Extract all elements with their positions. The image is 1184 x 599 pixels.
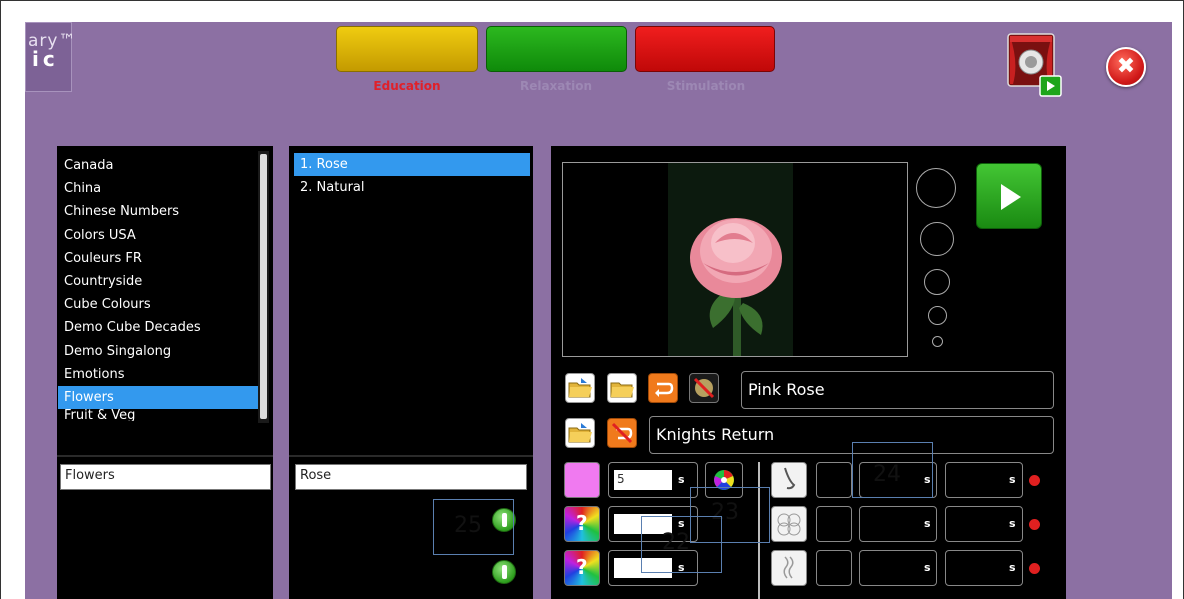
smell-nose-icon[interactable]: [771, 462, 807, 498]
level-ring-2: [920, 222, 954, 256]
screenshot-frame: ary™ ic Education Relaxation Stimulation: [0, 0, 1184, 599]
education-mode-label[interactable]: Education: [337, 79, 477, 93]
item-row-selected[interactable]: 1. Rose: [294, 153, 530, 177]
stimulation-mode-button[interactable]: [635, 26, 775, 72]
category-item[interactable]: Canada: [58, 154, 258, 177]
question-mark-icon: ?: [576, 555, 588, 579]
seconds-label: s: [924, 561, 931, 574]
info-icon: [502, 565, 507, 579]
category-item[interactable]: Fruit & Veg: [58, 409, 258, 421]
color-swatch[interactable]: [564, 462, 600, 498]
divider: [57, 455, 273, 457]
no-image-icon[interactable]: [689, 373, 719, 403]
item-name-input[interactable]: Rose: [295, 464, 527, 490]
random-color-button-2[interactable]: ?: [564, 550, 600, 586]
info-button-2[interactable]: [492, 560, 516, 584]
open-folder-icon[interactable]: [607, 373, 637, 403]
category-item[interactable]: Demo Singalong: [58, 340, 258, 363]
no-loop-icon[interactable]: [607, 418, 637, 448]
wave-option-box[interactable]: [816, 550, 852, 586]
level-ring-5: [932, 336, 943, 347]
seconds-label: s: [924, 517, 931, 530]
level-ring-1: [916, 168, 956, 208]
app-logo: ary™ ic: [25, 22, 75, 92]
question-mark-icon: ?: [576, 511, 588, 535]
seconds-label: s: [1009, 561, 1016, 574]
app-window: ary™ ic Education Relaxation Stimulation: [25, 22, 1172, 599]
media-player-icon[interactable]: [1007, 33, 1062, 97]
seconds-label: s: [1009, 517, 1016, 530]
category-item[interactable]: Colors USA: [58, 224, 258, 247]
duration-input[interactable]: 5: [614, 470, 672, 490]
status-dot: [1029, 475, 1040, 486]
logo-line-2: ic: [32, 47, 59, 71]
frame-border-top: [0, 0, 1184, 1]
category-item[interactable]: China: [58, 177, 258, 200]
annotation-label-22: 22: [662, 530, 690, 555]
touch-icon[interactable]: [771, 506, 807, 542]
close-icon: ✖: [1116, 54, 1136, 79]
category-item-selected[interactable]: Flowers: [58, 385, 258, 410]
rose-image: [668, 163, 793, 356]
item-list[interactable]: 1. Rose 2. Natural: [294, 153, 530, 199]
category-scrollbar[interactable]: [258, 151, 269, 423]
image-name-field[interactable]: Pink Rose: [741, 371, 1054, 409]
category-name-input[interactable]: Flowers: [60, 464, 271, 490]
touch-option-box[interactable]: [816, 506, 852, 542]
smell-option-box[interactable]: [816, 462, 852, 498]
play-button[interactable]: [976, 163, 1042, 229]
category-item[interactable]: Couleurs FR: [58, 247, 258, 270]
relaxation-mode-label[interactable]: Relaxation: [486, 79, 626, 93]
category-item[interactable]: Emotions: [58, 363, 258, 386]
status-dot: [1029, 563, 1040, 574]
education-mode-button[interactable]: [336, 26, 478, 72]
item-row[interactable]: 2. Natural: [294, 176, 530, 199]
relaxation-mode-button[interactable]: [486, 26, 627, 72]
image-preview: [562, 162, 908, 357]
wave-icon[interactable]: [771, 550, 807, 586]
category-item[interactable]: Chinese Numbers: [58, 200, 258, 223]
frame-border-left: [0, 0, 1, 599]
status-dot: [1029, 519, 1040, 530]
category-item[interactable]: Cube Colours: [58, 293, 258, 316]
level-ring-4: [928, 306, 947, 325]
play-icon: [1001, 184, 1021, 210]
close-button[interactable]: ✖: [1106, 47, 1146, 87]
category-scroll-thumb[interactable]: [260, 154, 267, 419]
open-folder-music-icon[interactable]: [565, 418, 595, 448]
seconds-label: s: [678, 473, 685, 486]
annotation-label-25: 25: [454, 513, 482, 538]
category-item[interactable]: Countryside: [58, 270, 258, 293]
random-color-button-1[interactable]: ?: [564, 506, 600, 542]
annotation-label-24: 24: [873, 462, 901, 487]
divider: [289, 455, 533, 457]
level-ring-3: [924, 269, 950, 295]
stimulation-mode-label[interactable]: Stimulation: [636, 79, 776, 93]
seconds-label: s: [1009, 473, 1016, 486]
open-folder-image-icon[interactable]: [565, 373, 595, 403]
category-item[interactable]: Demo Cube Decades: [58, 316, 258, 339]
loop-icon[interactable]: [648, 373, 678, 403]
category-list[interactable]: Canada China Chinese Numbers Colors USA …: [58, 154, 258, 421]
